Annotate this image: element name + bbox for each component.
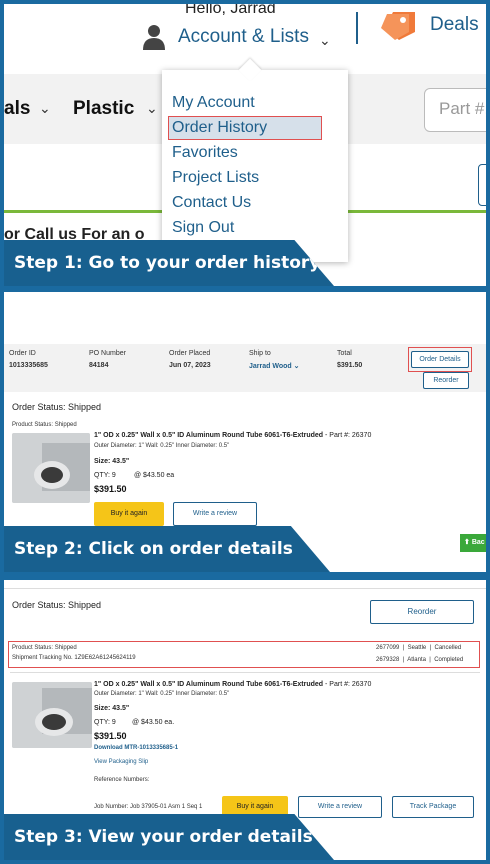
total-col: Total $391.50 xyxy=(337,350,362,369)
po-col: PO Number 84184 xyxy=(89,350,126,369)
product-title-text: 1" OD x 0.25" Wall x 0.5" ID Aluminum Ro… xyxy=(94,432,324,439)
write-review-button[interactable]: Write a review xyxy=(298,796,382,818)
download-mtr-link[interactable]: Download MTR-1013335685-1 xyxy=(94,745,178,751)
reference-label: Reference Numbers: xyxy=(94,777,150,783)
deals-link[interactable]: Deals xyxy=(430,14,479,36)
nav-item-partial[interactable]: als xyxy=(4,98,30,120)
menu-item-my-account[interactable]: My Account xyxy=(169,92,258,114)
shipment-status: Completed xyxy=(434,657,464,663)
product-image xyxy=(12,682,92,748)
job-number: Job Number: Job 37905-01 Asm 1 Seq 1 xyxy=(94,804,203,810)
nav-item-plastic[interactable]: Plastic xyxy=(73,98,134,120)
product-size: Size: 43.5" xyxy=(94,458,130,465)
placed-col: Order Placed Jun 07, 2023 xyxy=(169,350,211,369)
chevron-down-icon: ⌄ xyxy=(319,32,331,48)
product-specs: Outer Diameter: 1" Wall: 0.25" Inner Dia… xyxy=(94,443,230,449)
po-value: 84184 xyxy=(89,362,109,369)
menu-item-project-lists[interactable]: Project Lists xyxy=(169,167,262,189)
total-label: Total xyxy=(337,350,352,357)
account-lists-link[interactable]: Account & Lists xyxy=(178,26,309,48)
line-total: $391.50 xyxy=(94,484,127,494)
track-package-button[interactable]: Track Package xyxy=(392,796,474,818)
back-label: Bac xyxy=(471,539,485,546)
menu-item-sign-out[interactable]: Sign Out xyxy=(169,217,237,239)
deals-tag-icon xyxy=(381,12,415,40)
unit-price: @ $43.50 ea. xyxy=(132,719,175,726)
divider xyxy=(4,588,486,589)
placed-label: Order Placed xyxy=(169,350,211,357)
part-number: - Part #: 26370 xyxy=(325,681,372,688)
product-status: Product Status: Shipped xyxy=(12,422,77,428)
product-image xyxy=(12,433,90,503)
step2-banner: Step 2: Click on order details xyxy=(4,526,330,572)
product-status: Product Status: Shipped xyxy=(12,645,77,651)
shipment-row: 2677099 | Seattle | Cancelled xyxy=(376,645,462,651)
step3-banner: Step 3: View your order details xyxy=(4,814,334,860)
write-review-button[interactable]: Write a review xyxy=(173,502,257,526)
account-dropdown: My Account Order History Favorites Proje… xyxy=(162,58,348,262)
part-number: - Part #: 26370 xyxy=(325,432,372,439)
line-total: $391.50 xyxy=(94,731,127,741)
step-number: Step 3: xyxy=(14,827,83,847)
chevron-down-icon: ⌄ xyxy=(146,100,158,116)
product-size: Size: 43.5" xyxy=(94,705,130,712)
back-to-top-button[interactable]: ⬆ Bac xyxy=(460,534,486,552)
ship-to-name: Jarrad Wood xyxy=(249,363,292,370)
packing-slip-link[interactable]: View Packaging Slip xyxy=(94,759,148,765)
step-text: Click on order details xyxy=(88,539,293,559)
order-id-col: Order ID 1013335685 xyxy=(9,350,48,369)
step-number: Step 2: xyxy=(14,539,83,559)
shipment-id: 2679328 xyxy=(376,657,400,663)
product-title[interactable]: 1" OD x 0.25" Wall x 0.5" ID Aluminum Ro… xyxy=(94,681,371,688)
product-specs: Outer Diameter: 1" Wall: 0.25" Inner Dia… xyxy=(94,691,230,697)
placed-value: Jun 07, 2023 xyxy=(169,362,211,369)
total-value: $391.50 xyxy=(337,362,363,369)
shipment-row: 2679328 | Atlanta | Completed xyxy=(376,657,464,663)
reorder-button[interactable]: Reorder xyxy=(423,372,469,389)
step3-panel: Order Status: Shipped Reorder Product St… xyxy=(4,580,486,860)
dropdown-caret xyxy=(238,58,262,82)
product-title-text: 1" OD x 0.25" Wall x 0.5" ID Aluminum Ro… xyxy=(94,681,324,688)
step1-panel: Hello, Jarrad Account & Lists ⌄ Deals al… xyxy=(4,4,486,286)
order-id-value: 1013335685 xyxy=(9,362,48,369)
step-text: View your order details xyxy=(88,827,313,847)
shipment-city: Atlanta xyxy=(407,657,426,663)
tracking-number: Shipment Tracking No. 1Z9E62A61245624119 xyxy=(12,655,136,661)
order-status-title: Order Status: Shipped xyxy=(12,402,102,412)
po-label: PO Number xyxy=(89,350,126,357)
step-number: Step 1: xyxy=(14,253,83,273)
greeting: Hello, Jarrad xyxy=(185,4,276,17)
divider xyxy=(10,672,480,673)
shipment-id: 2677099 xyxy=(376,645,400,651)
product-qty: QTY: 9 xyxy=(94,472,116,479)
product-qty: QTY: 9 xyxy=(94,719,116,726)
side-button[interactable] xyxy=(478,164,486,206)
order-details-button[interactable]: Order Details xyxy=(411,351,469,368)
reorder-button[interactable]: Reorder xyxy=(370,600,474,624)
menu-item-order-history[interactable]: Order History xyxy=(168,116,322,140)
order-id-label: Order ID xyxy=(9,350,36,357)
order-status-title: Order Status: Shipped xyxy=(12,600,102,610)
ship-to-label: Ship to xyxy=(249,350,271,357)
step-text: Go to your order history xyxy=(88,253,321,273)
unit-price: @ $43.50 ea xyxy=(134,472,175,479)
divider xyxy=(356,12,358,44)
menu-item-contact-us[interactable]: Contact Us xyxy=(169,192,254,214)
shipment-city: Seattle xyxy=(407,645,427,651)
step1-banner: Step 1: Go to your order history xyxy=(4,240,334,286)
product-title[interactable]: 1" OD x 0.25" Wall x 0.5" ID Aluminum Ro… xyxy=(94,432,371,439)
ship-to-value[interactable]: Jarrad Wood ⌄ xyxy=(249,362,299,370)
menu-item-favorites[interactable]: Favorites xyxy=(169,142,241,164)
step2-panel: Order ID 1013335685 PO Number 84184 Orde… xyxy=(4,292,486,572)
user-icon xyxy=(143,25,165,50)
ship-to-col: Ship to Jarrad Wood ⌄ xyxy=(249,350,299,370)
shipment-status: Cancelled xyxy=(434,645,462,651)
part-search-input[interactable]: Part #, xyxy=(424,88,486,132)
buy-again-button[interactable]: Buy it again xyxy=(94,502,164,526)
chevron-down-icon: ⌄ xyxy=(39,100,51,116)
